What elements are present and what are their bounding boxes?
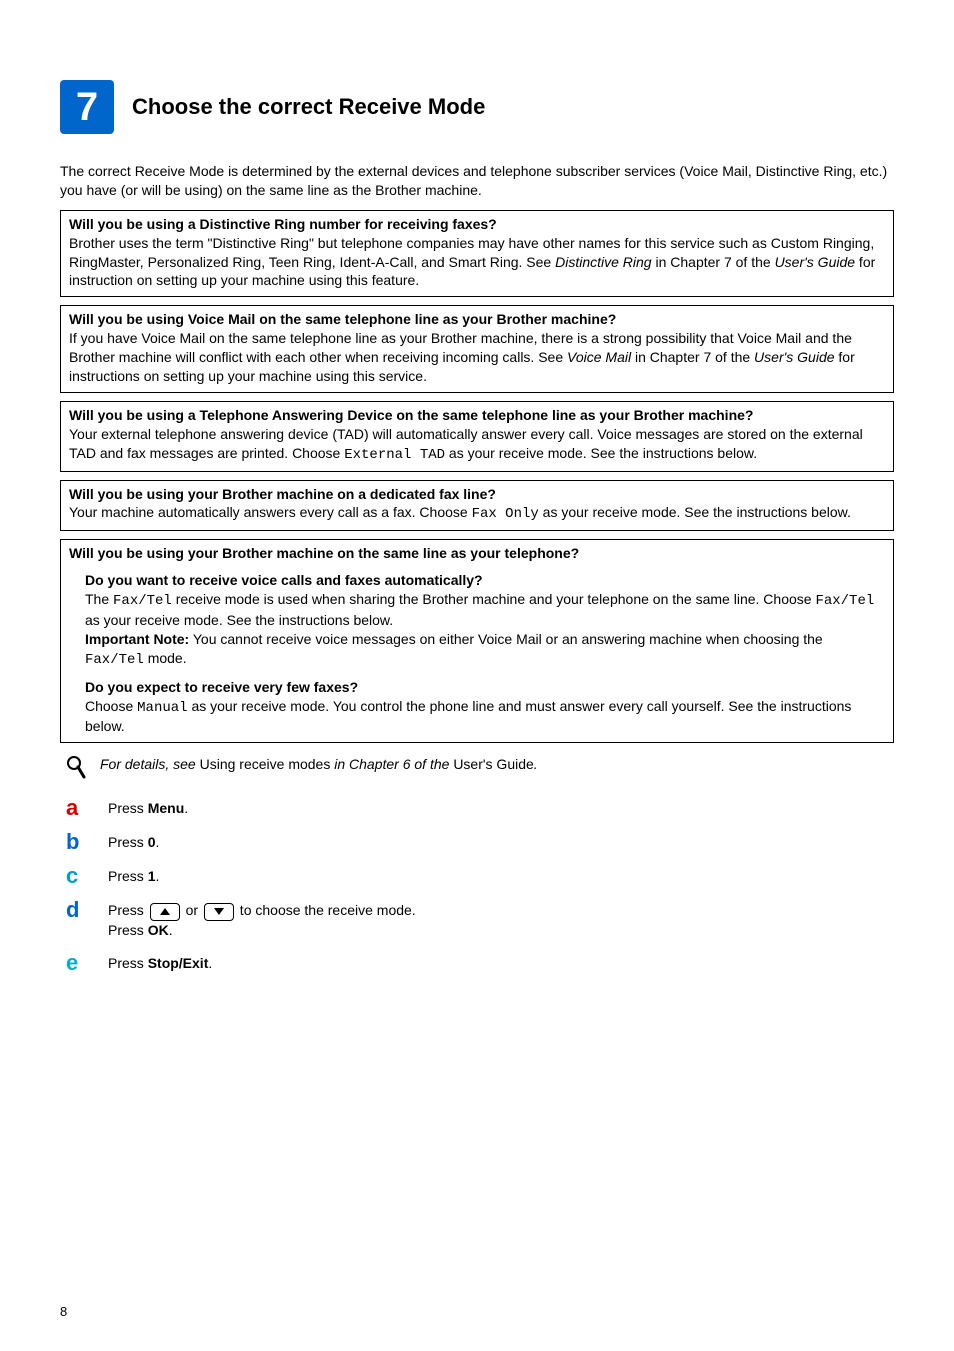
button-name: OK [148,922,169,938]
step-b: b Press 0. [66,831,894,853]
text: . [184,800,188,816]
tip-text: For details, see Using receive modes in … [100,755,538,774]
step-text: Press Menu. [108,797,188,818]
step-letter: c [66,865,86,887]
button-name: Menu [148,800,185,816]
step-letter: e [66,952,86,974]
step-text: Press 1. [108,865,159,886]
mono-value: Fax Only [472,506,539,522]
tip-row: For details, see Using receive modes in … [66,755,894,781]
section-title: Choose the correct Receive Mode [132,92,485,122]
sub-question: Do you expect to receive very few faxes? [85,678,885,697]
box-question: Will you be using Voice Mail on the same… [69,310,885,329]
step-e: e Press Stop/Exit. [66,952,894,974]
ref-text: Using receive modes [200,756,331,772]
button-name: Stop/Exit [148,955,209,971]
steps-list: a Press Menu. b Press 0. c Press 1. d Pr… [66,797,894,973]
mono-value: External TAD [344,447,445,463]
step-text: Press 0. [108,831,159,852]
text: in Chapter 6 of the [330,756,453,772]
text: mode. [144,650,187,666]
ref-text: User's Guide [453,756,533,772]
mono-value: Fax/Tel [85,652,144,668]
step-text: Press or to choose the receive mode. Pre… [108,899,416,939]
box-voice-mail: Will you be using Voice Mail on the same… [60,305,894,393]
text: receive mode is used when sharing the Br… [172,591,816,607]
text: as your receive mode. See the instructio… [539,504,851,520]
step-letter: b [66,831,86,853]
step-number-badge: 7 [60,80,114,134]
page-number: 8 [60,1303,67,1321]
text: The [85,591,113,607]
box-question: Will you be using a Distinctive Ring num… [69,215,885,234]
arrow-up-key-icon [150,903,180,921]
box-dedicated-fax: Will you be using your Brother machine o… [60,480,894,532]
arrow-down-key-icon [204,903,234,921]
text: . [534,756,538,772]
box-body: If you have Voice Mail on the same telep… [69,329,885,386]
section-header: 7 Choose the correct Receive Mode [60,80,894,134]
italic-ref: User's Guide [775,254,855,270]
text: Press [108,800,148,816]
text: For details, see [100,756,200,772]
text: . [155,868,159,884]
text: as your receive mode. See the instructio… [445,445,757,461]
box-question: Will you be using your Brother machine o… [69,544,885,563]
text: in Chapter 7 of the [631,349,754,365]
text: as your receive mode. You control the ph… [85,698,851,735]
step-letter: a [66,797,86,819]
text: Press [108,922,148,938]
important-note: Important Note: You cannot receive voice… [85,630,885,670]
text: in Chapter 7 of the [652,254,775,270]
text: to choose the receive mode. [236,902,416,918]
box-body: Brother uses the term "Distinctive Ring"… [69,234,885,291]
step-d: d Press or to choose the receive mode. P… [66,899,894,939]
text: Choose [85,698,137,714]
text: You cannot receive voice messages on eit… [189,631,823,647]
box-body: Your machine automatically answers every… [69,503,885,524]
box-body: The Fax/Tel receive mode is used when sh… [85,590,885,630]
text: Your machine automatically answers every… [69,504,472,520]
note-label: Important Note: [85,631,189,647]
italic-ref: Distinctive Ring [555,254,651,270]
text: as your receive mode. See the instructio… [85,612,393,628]
step-a: a Press Menu. [66,797,894,819]
magnifier-icon [66,755,86,781]
text: Press [108,955,148,971]
box-distinctive-ring: Will you be using a Distinctive Ring num… [60,210,894,298]
box-tad: Will you be using a Telephone Answering … [60,401,894,472]
sub-question: Do you want to receive voice calls and f… [85,571,885,590]
step-c: c Press 1. [66,865,894,887]
italic-ref: User's Guide [754,349,834,365]
text: . [208,955,212,971]
text: Press [108,834,148,850]
box-body: Choose Manual as your receive mode. You … [85,697,885,737]
intro-paragraph: The correct Receive Mode is determined b… [60,162,894,200]
step-letter: d [66,899,86,921]
text: Press [108,868,148,884]
text: . [155,834,159,850]
box-question: Will you be using a Telephone Answering … [69,406,885,425]
text: . [169,922,173,938]
step-text: Press Stop/Exit. [108,952,212,973]
text: or [182,902,202,918]
text: Press [108,902,148,918]
box-question: Will you be using your Brother machine o… [69,485,885,504]
mono-value: Fax/Tel [113,593,172,609]
box-same-line-phone: Will you be using your Brother machine o… [60,539,894,743]
box-body: Your external telephone answering device… [69,425,885,465]
mono-value: Fax/Tel [815,593,874,609]
italic-ref: Voice Mail [567,349,631,365]
mono-value: Manual [137,700,187,716]
